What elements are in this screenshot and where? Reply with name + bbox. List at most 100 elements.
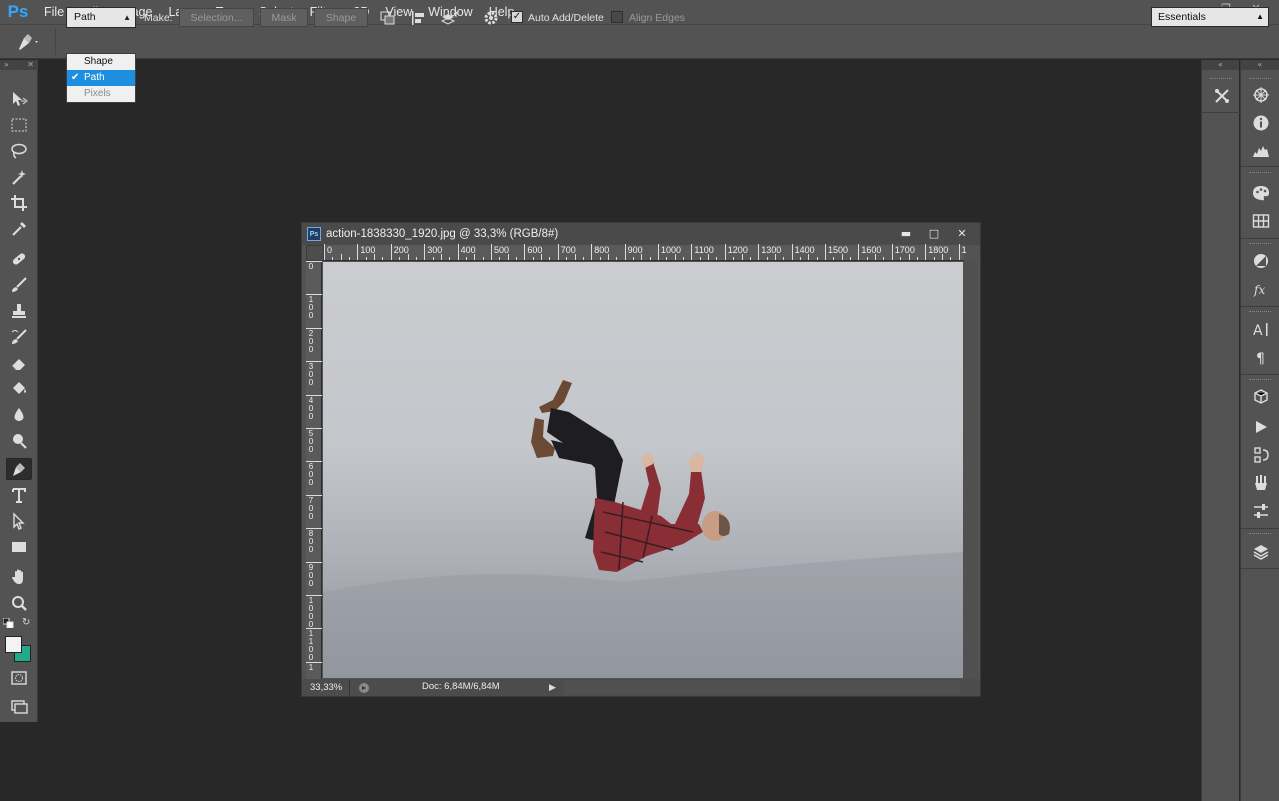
brush-tool[interactable] [6, 274, 32, 296]
lasso-tool[interactable] [6, 140, 32, 162]
pen-mode-select[interactable]: Path ▲ [66, 7, 136, 28]
zoom-tool[interactable] [6, 592, 32, 614]
panel-grip [1249, 311, 1271, 314]
ruler-label: 1300 [761, 245, 782, 255]
doc-maximize-icon[interactable]: □ [922, 226, 946, 241]
workspace-select[interactable]: Essentials ▲ [1151, 7, 1269, 27]
paint-bucket-tool[interactable] [6, 378, 32, 400]
quick-selection-tool[interactable] [6, 166, 32, 188]
brush-presets-panel-button[interactable] [1250, 472, 1272, 494]
ruler-minor-tick [566, 257, 568, 260]
ruler-minor-tick [482, 257, 484, 260]
eraser-icon [11, 359, 25, 371]
character-panel-button[interactable]: A [1250, 318, 1272, 340]
tool-preset-picker[interactable] [0, 28, 56, 55]
ruler-label: 1800 [928, 245, 949, 255]
history-brush-icon [11, 329, 27, 344]
actions-panel-button[interactable] [1250, 416, 1272, 438]
ruler-origin[interactable] [306, 245, 324, 261]
hand-tool[interactable] [6, 566, 32, 588]
doc-close-icon[interactable]: ✕ [950, 226, 974, 241]
horizontal-scrollbar[interactable] [564, 680, 960, 695]
blur-tool[interactable] [6, 404, 32, 426]
ruler-minor-tick [841, 254, 843, 260]
type-tool[interactable] [6, 484, 32, 506]
ruler-label: 400 [308, 395, 314, 421]
path-alignment-icon[interactable] [409, 9, 429, 27]
vertical-scrollbar[interactable] [963, 261, 978, 679]
crop-tool[interactable] [6, 192, 32, 214]
tool-presets-button[interactable] [1211, 85, 1233, 107]
collapse-dock-icon[interactable]: « [1202, 60, 1239, 70]
history-brush-tool[interactable] [6, 326, 32, 348]
layer-comps-panel-button[interactable] [1250, 500, 1272, 522]
eraser-tool[interactable] [6, 352, 32, 374]
ruler-label: 1 [308, 662, 314, 672]
navigator-icon [1253, 87, 1269, 103]
info-panel-button[interactable] [1250, 112, 1272, 134]
magic-wand-icon [12, 170, 26, 185]
make-shape-button[interactable]: Shape [314, 8, 368, 27]
gear-icon[interactable] [481, 9, 501, 27]
history-panel-button[interactable] [1250, 444, 1272, 466]
3d-panel-button[interactable] [1250, 386, 1272, 408]
horizontal-ruler[interactable]: 0 100 200 300 400 500 600 700 800 900 1000 1100 1200… [324, 244, 967, 261]
mode-option-shape[interactable]: Shape [67, 54, 135, 70]
default-colors-icon[interactable] [2, 617, 14, 629]
move-tool[interactable] [6, 88, 32, 110]
histogram-panel-button[interactable] [1250, 140, 1272, 162]
expand-panel-icon[interactable]: » [4, 60, 9, 70]
expand-dock-icon[interactable]: « [1241, 60, 1279, 70]
make-mask-button[interactable]: Mask [260, 8, 308, 27]
swatches-panel-button[interactable] [1250, 210, 1272, 232]
ruler-tick [591, 244, 593, 260]
path-selection-tool[interactable] [6, 510, 32, 532]
color-panel-button[interactable] [1250, 182, 1272, 204]
make-selection-button[interactable]: Selection... [179, 8, 254, 27]
tools-panel: ↻ [0, 70, 38, 722]
ruler-tick [324, 244, 325, 260]
marquee-tool[interactable] [6, 114, 32, 136]
paragraph-panel-button[interactable]: ¶ [1250, 346, 1272, 368]
foreground-color-swatch[interactable] [5, 636, 22, 653]
ruler-minor-tick [616, 257, 618, 260]
align-edges-checkbox[interactable] [611, 11, 623, 23]
ruler-minor-tick [407, 254, 409, 260]
share-status-icon[interactable] [357, 681, 371, 694]
ruler-minor-tick [607, 254, 609, 260]
path-selection-icon [13, 512, 25, 530]
document-titlebar[interactable]: Ps action-1838330_1920.jpg @ 33,3% (RGB/… [302, 223, 980, 245]
screen-mode-button[interactable] [6, 695, 32, 717]
pen-tool[interactable] [6, 458, 32, 480]
ruler-minor-tick [415, 257, 417, 260]
swap-colors-icon[interactable]: ↻ [22, 617, 33, 628]
ruler-minor-tick [850, 257, 852, 260]
image-canvas[interactable] [323, 262, 963, 678]
auto-add-delete-checkbox[interactable]: ✓ [511, 11, 523, 23]
mode-option-pixels[interactable]: Pixels [67, 86, 135, 102]
styles-panel-button[interactable]: fx [1250, 278, 1272, 300]
navigator-panel-button[interactable] [1250, 84, 1272, 106]
layers-panel-button[interactable] [1250, 541, 1272, 563]
zoom-level-field[interactable]: 33,33% [306, 680, 350, 695]
ruler-minor-tick [875, 254, 877, 260]
path-arrangement-icon[interactable] [440, 9, 460, 27]
path-operations-icon[interactable] [378, 9, 398, 27]
rectangle-tool[interactable] [6, 536, 32, 558]
mode-option-path[interactable]: ✔ Path [67, 70, 135, 86]
vertical-ruler[interactable]: 0 100 200 300 400 500 600 700 800 900 100011001 [306, 261, 322, 679]
clone-stamp-tool[interactable] [6, 300, 32, 322]
healing-brush-tool[interactable] [6, 248, 32, 270]
tools-panel-header[interactable]: » ✕ [0, 60, 38, 70]
quick-mask-button[interactable] [6, 667, 32, 689]
doc-minimize-icon[interactable]: ▬ [894, 226, 918, 241]
close-panel-icon[interactable]: ✕ [27, 60, 34, 70]
dodge-tool[interactable] [6, 430, 32, 452]
move-icon [13, 92, 28, 106]
ruler-minor-tick [532, 257, 534, 260]
document-title: action-1838330_1920.jpg @ 33,3% (RGB/8#) [326, 228, 559, 240]
eyedropper-tool[interactable] [6, 218, 32, 240]
status-menu-arrow-icon[interactable]: ▶ [549, 682, 556, 693]
adjustments-panel-button[interactable] [1250, 250, 1272, 272]
panel-grip[interactable] [1210, 78, 1232, 81]
